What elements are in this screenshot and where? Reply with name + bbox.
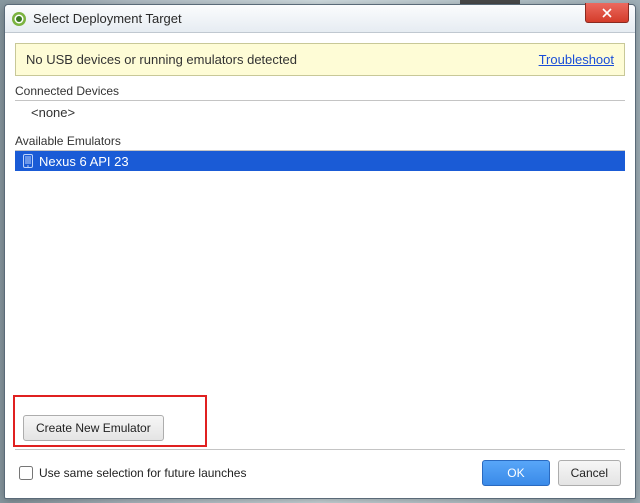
connected-devices-none: <none> <box>15 101 625 126</box>
ok-button[interactable]: OK <box>482 460 549 486</box>
close-button[interactable] <box>585 3 629 23</box>
emulator-list-empty-area[interactable] <box>15 171 625 409</box>
remember-selection-label: Use same selection for future launches <box>39 466 246 480</box>
connected-devices-label: Connected Devices <box>15 82 625 101</box>
create-row: Create New Emulator <box>15 409 625 449</box>
warning-banner: No USB devices or running emulators dete… <box>15 43 625 76</box>
create-new-emulator-button[interactable]: Create New Emulator <box>23 415 164 441</box>
emulator-list: Nexus 6 API 23 <box>15 151 625 409</box>
emulator-item[interactable]: Nexus 6 API 23 <box>15 151 625 171</box>
footer-buttons: OK Cancel <box>482 460 621 486</box>
remember-selection-checkbox[interactable]: Use same selection for future launches <box>19 466 246 480</box>
window-title: Select Deployment Target <box>33 11 182 26</box>
troubleshoot-link[interactable]: Troubleshoot <box>539 52 614 67</box>
footer: Use same selection for future launches O… <box>15 449 625 488</box>
titlebar: Select Deployment Target <box>5 5 635 33</box>
dialog-window: Select Deployment Target No USB devices … <box>4 4 636 499</box>
dialog-content: No USB devices or running emulators dete… <box>5 33 635 498</box>
app-icon <box>11 11 27 27</box>
available-emulators-label: Available Emulators <box>15 132 625 151</box>
remember-selection-input[interactable] <box>19 466 33 480</box>
cancel-button[interactable]: Cancel <box>558 460 621 486</box>
banner-message: No USB devices or running emulators dete… <box>26 52 297 67</box>
phone-icon <box>23 154 33 168</box>
emulator-name: Nexus 6 API 23 <box>39 154 129 169</box>
